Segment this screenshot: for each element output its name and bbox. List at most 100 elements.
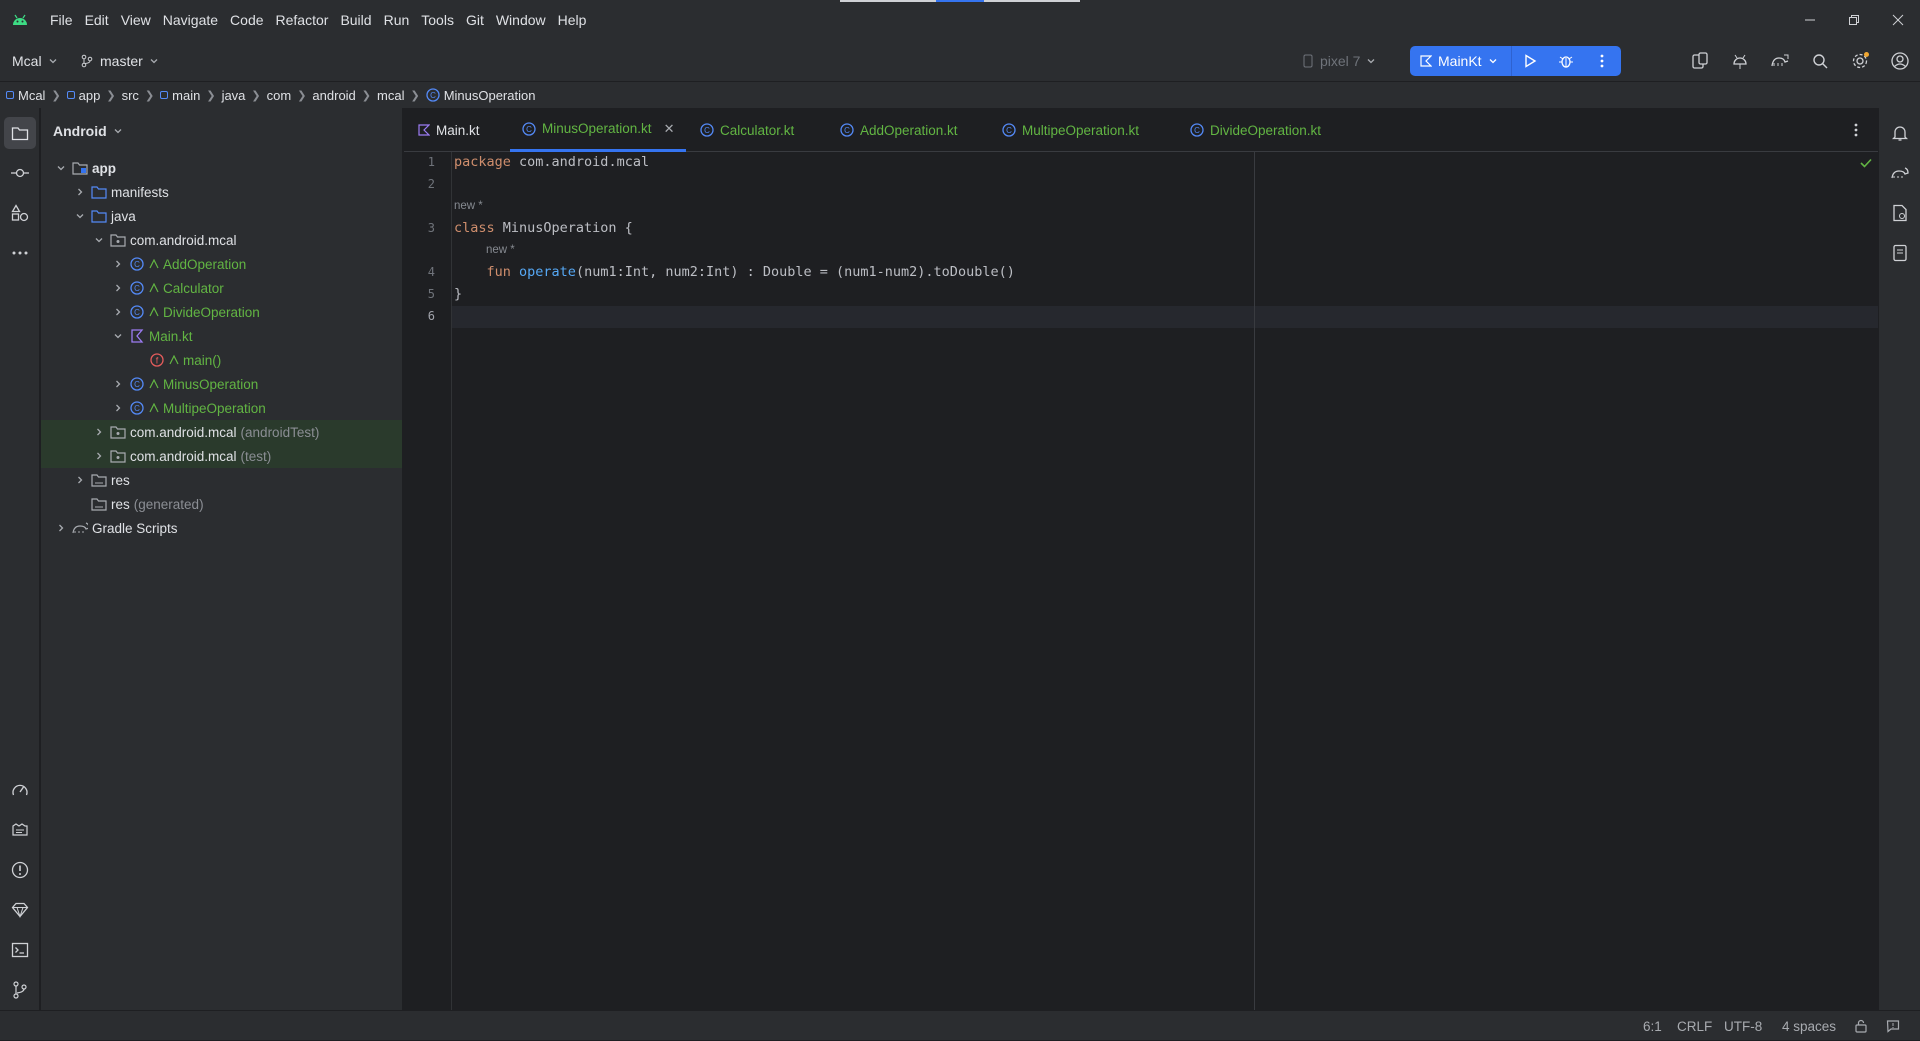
menu-edit[interactable]: Edit (79, 0, 115, 40)
gradle-sync-button[interactable] (1765, 46, 1795, 76)
breadcrumb-item-android[interactable]: android (312, 88, 355, 103)
line-separator[interactable]: CRLF (1677, 1011, 1712, 1041)
notifications-button[interactable] (1884, 117, 1916, 149)
branch-selector[interactable]: master (80, 40, 159, 82)
chevron-right-icon[interactable] (92, 425, 106, 439)
resource-manager-button[interactable] (4, 197, 36, 229)
running-devices-button[interactable] (1884, 237, 1916, 269)
tree-node-res[interactable]: res (41, 468, 402, 492)
indent-setting[interactable]: 4 spaces (1782, 1011, 1836, 1041)
vcs-author-hint[interactable]: new * (454, 200, 483, 212)
chevron-down-icon[interactable] (111, 329, 125, 343)
tab-options-button[interactable] (1854, 108, 1858, 152)
tab-minusoperation-kt[interactable]: C MinusOperation.kt ✕ (510, 108, 687, 152)
chevron-right-icon[interactable] (111, 401, 125, 415)
menu-refactor[interactable]: Refactor (270, 0, 335, 40)
tab-addoperation-kt[interactable]: C AddOperation.kt (840, 108, 958, 152)
gradle-tool-button[interactable] (1884, 157, 1916, 189)
more-actions-button[interactable] (1584, 46, 1620, 76)
version-control-button[interactable] (4, 974, 36, 1006)
menu-view[interactable]: View (115, 0, 157, 40)
menu-code[interactable]: Code (224, 0, 269, 40)
restore-icon[interactable] (1832, 0, 1876, 40)
chevron-right-icon[interactable] (92, 449, 106, 463)
close-window-icon[interactable] (1876, 0, 1920, 40)
chevron-right-icon[interactable] (111, 377, 125, 391)
tab-calculator-kt[interactable]: C Calculator.kt (700, 108, 794, 152)
tree-node-main-function[interactable]: f main() (41, 348, 402, 372)
tree-node-manifests[interactable]: manifests (41, 180, 402, 204)
tree-node-package[interactable]: com.android.mcal (41, 228, 402, 252)
tree-node-multipeoperation[interactable]: C MultipeOperation (41, 396, 402, 420)
tree-node-app[interactable]: app (41, 156, 402, 180)
terminal-button[interactable] (4, 934, 36, 966)
chevron-right-icon[interactable] (73, 185, 87, 199)
tree-node-addoperation[interactable]: C AddOperation (41, 252, 402, 276)
project-tool-button[interactable] (4, 117, 36, 149)
tree-node-main-kt[interactable]: Main.kt (41, 324, 402, 348)
read-only-toggle-icon[interactable] (1854, 1011, 1868, 1041)
menu-git[interactable]: Git (460, 0, 490, 40)
profiler-button[interactable] (4, 774, 36, 806)
project-view-selector[interactable]: Android (41, 108, 402, 154)
chevron-down-icon[interactable] (54, 161, 68, 175)
tree-node-package-androidtest[interactable]: com.android.mcal (androidTest) (41, 420, 402, 444)
breadcrumb-item-main[interactable]: main (160, 88, 200, 103)
device-file-explorer-button[interactable] (1884, 197, 1916, 229)
tree-node-gradle-scripts[interactable]: Gradle Scripts (41, 516, 402, 540)
chevron-down-icon[interactable] (73, 209, 87, 223)
minimize-icon[interactable] (1788, 0, 1832, 40)
settings-button[interactable] (1845, 46, 1875, 76)
close-tab-icon[interactable]: ✕ (664, 121, 675, 137)
menu-window[interactable]: Window (490, 0, 552, 40)
breadcrumb-item-src[interactable]: src (122, 88, 139, 103)
account-button[interactable] (1885, 46, 1915, 76)
app-quality-insights-button[interactable] (4, 894, 36, 926)
debug-button[interactable] (1548, 46, 1584, 76)
menu-help[interactable]: Help (552, 0, 593, 40)
more-tools-button[interactable] (4, 237, 36, 269)
app-inspection-button[interactable] (1725, 46, 1755, 76)
breadcrumb-item-minusoperation[interactable]: C MinusOperation (426, 88, 535, 103)
menu-navigate[interactable]: Navigate (157, 0, 224, 40)
vcs-author-hint[interactable]: new * (486, 244, 515, 256)
commit-tool-button[interactable] (4, 157, 36, 189)
breadcrumb-item-java[interactable]: java (222, 88, 246, 103)
file-encoding[interactable]: UTF-8 (1724, 1011, 1762, 1041)
breadcrumb-item-com[interactable]: com (267, 88, 292, 103)
device-selector[interactable]: pixel 7 (1302, 40, 1376, 82)
project-selector[interactable]: Mcal (12, 40, 58, 82)
menu-file[interactable]: File (44, 0, 79, 40)
tree-node-minusoperation[interactable]: C MinusOperation (41, 372, 402, 396)
chevron-right-icon[interactable] (73, 473, 87, 487)
tab-divideoperation-kt[interactable]: C DivideOperation.kt (1190, 108, 1321, 152)
chevron-right-icon[interactable] (111, 305, 125, 319)
tree-node-calculator[interactable]: C Calculator (41, 276, 402, 300)
chevron-down-icon[interactable] (92, 233, 106, 247)
chevron-right-icon[interactable] (54, 521, 68, 535)
breadcrumb-item-mcal[interactable]: Mcal (6, 88, 45, 103)
feedback-icon[interactable] (1886, 1011, 1900, 1041)
no-problems-check-icon[interactable] (1860, 158, 1872, 168)
caret-position[interactable]: 6:1 (1643, 1011, 1662, 1041)
tab-multipeoperation-kt[interactable]: C MultipeOperation.kt (1002, 108, 1139, 152)
code-editor[interactable]: 1 2 3 4 5 6 package com.android.mcal new… (404, 152, 1878, 1010)
device-manager-button[interactable] (1685, 46, 1715, 76)
problems-button[interactable] (4, 854, 36, 886)
search-button[interactable] (1805, 46, 1835, 76)
logcat-button[interactable] (4, 814, 36, 846)
menu-run[interactable]: Run (378, 0, 416, 40)
breadcrumb-item-app[interactable]: app (66, 88, 100, 103)
run-config-selector[interactable]: MainKt (1410, 46, 1512, 76)
menu-build[interactable]: Build (334, 0, 377, 40)
tree-node-java[interactable]: java (41, 204, 402, 228)
run-button[interactable] (1512, 46, 1548, 76)
chevron-right-icon[interactable] (111, 257, 125, 271)
tree-node-res-generated[interactable]: res (generated) (41, 492, 402, 516)
tab-main-kt[interactable]: Main.kt (418, 108, 480, 152)
breadcrumb-item-mcal-pkg[interactable]: mcal (377, 88, 404, 103)
menu-tools[interactable]: Tools (415, 0, 460, 40)
tree-node-divideoperation[interactable]: C DivideOperation (41, 300, 402, 324)
chevron-right-icon[interactable] (111, 281, 125, 295)
tree-node-package-test[interactable]: com.android.mcal (test) (41, 444, 402, 468)
